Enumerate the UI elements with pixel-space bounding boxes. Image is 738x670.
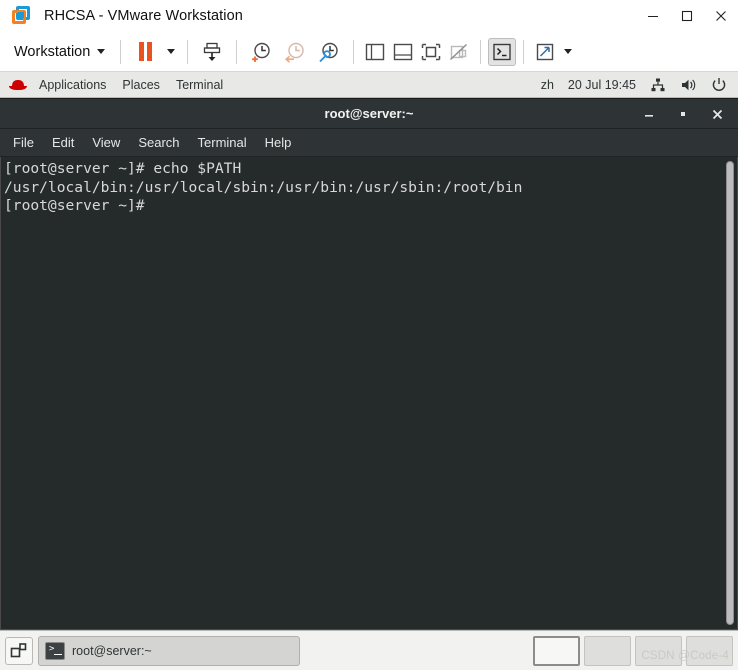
- vmware-toolbar: Workstation: [0, 32, 738, 72]
- panel-left-icon: [366, 43, 385, 60]
- clock[interactable]: 20 Jul 19:45: [561, 75, 643, 95]
- fullscreen-icon: [422, 43, 441, 60]
- chevron-down-icon: [167, 49, 176, 54]
- power-icon[interactable]: [704, 74, 734, 96]
- workspace-3[interactable]: [635, 635, 682, 666]
- toolbar-separator: [120, 39, 122, 64]
- snapshot-revert-icon: [285, 42, 304, 63]
- window-list: > root@server:~: [38, 635, 528, 666]
- chevron-down-icon: [564, 49, 573, 54]
- gnome-terminal-window: root@server:~ File Edit View Search Term…: [0, 98, 738, 630]
- menu-view[interactable]: View: [83, 131, 129, 154]
- toolbar-separator: [523, 39, 525, 64]
- unity-mode-button[interactable]: [445, 38, 473, 66]
- expand-arrows-icon: [537, 43, 554, 60]
- terminal-maximize-icon[interactable]: [666, 99, 700, 129]
- menu-file[interactable]: File: [4, 131, 43, 154]
- stretch-guest-button[interactable]: [531, 38, 559, 66]
- console-view-button[interactable]: [488, 37, 517, 66]
- toolbar-separator: [187, 39, 189, 64]
- places-menu[interactable]: Places: [114, 75, 168, 95]
- terminal-scrollbar-thumb[interactable]: [726, 161, 734, 625]
- terminal-scrollbar[interactable]: [723, 157, 737, 629]
- menu-search[interactable]: Search: [129, 131, 188, 154]
- manage-snapshots-button[interactable]: [312, 38, 346, 66]
- vmware-titlebar: RHCSA - VMware Workstation: [0, 0, 738, 32]
- redhat-logo-icon[interactable]: [9, 77, 27, 93]
- terminal-minimize-icon[interactable]: [632, 99, 666, 129]
- terminal-close-icon[interactable]: [700, 99, 734, 129]
- stretch-dropdown[interactable]: [559, 39, 577, 65]
- gnome-top-panel: Applications Places Terminal zh 20 Jul 1…: [0, 72, 738, 98]
- panel-bottom-icon: [394, 43, 413, 60]
- maximize-icon[interactable]: [670, 0, 704, 32]
- menu-help[interactable]: Help: [256, 131, 301, 154]
- suspend-dropdown[interactable]: [162, 39, 180, 65]
- menu-edit[interactable]: Edit: [43, 131, 83, 154]
- toolbar-separator: [353, 39, 355, 64]
- terminal-menu[interactable]: Terminal: [168, 75, 231, 95]
- unity-disabled-icon: [450, 43, 468, 60]
- workspace-2[interactable]: [584, 635, 631, 666]
- network-wired-icon[interactable]: [643, 74, 673, 96]
- gnome-bottom-panel: > root@server:~ CSDN @Code-4: [0, 630, 738, 670]
- workstation-menu-button[interactable]: Workstation: [10, 41, 113, 63]
- chevron-down-icon: [97, 49, 106, 54]
- workstation-menu-label: Workstation: [14, 43, 91, 60]
- applications-menu[interactable]: Applications: [31, 75, 114, 95]
- minimize-icon[interactable]: [636, 0, 670, 32]
- workspace-1[interactable]: [533, 635, 580, 666]
- show-thumbnails-button[interactable]: [389, 38, 417, 66]
- toolbar-separator: [480, 39, 482, 64]
- menu-terminal[interactable]: Terminal: [189, 131, 256, 154]
- suspend-button[interactable]: [128, 38, 162, 66]
- volume-icon[interactable]: [673, 74, 704, 96]
- taskbar-item-terminal[interactable]: > root@server:~: [38, 635, 300, 666]
- take-snapshot-button[interactable]: [244, 38, 278, 66]
- terminal-window-title: root@server:~: [324, 106, 414, 121]
- terminal-output[interactable]: [root@server ~]# echo $PATH /usr/local/b…: [1, 157, 723, 629]
- snapshot-add-icon: [252, 42, 270, 62]
- close-icon[interactable]: [704, 0, 738, 32]
- window-title: RHCSA - VMware Workstation: [44, 8, 243, 24]
- terminal-body-wrapper: [root@server ~]# echo $PATH /usr/local/b…: [0, 157, 738, 630]
- terminal-icon: >: [45, 641, 65, 660]
- show-sidebar-button[interactable]: [361, 38, 389, 66]
- toolbar-separator: [236, 39, 238, 64]
- taskbar-item-label: root@server:~: [72, 643, 152, 658]
- keyboard-layout-indicator[interactable]: zh: [534, 75, 561, 95]
- power-vm-icon: [204, 42, 221, 61]
- workspace-4[interactable]: [686, 635, 733, 666]
- console-prompt-icon: [493, 43, 511, 60]
- panel-status-area: zh 20 Jul 19:45: [534, 74, 734, 96]
- fullscreen-button[interactable]: [417, 38, 445, 66]
- snapshot-manager-icon: [319, 42, 338, 62]
- guest-os-screen: Applications Places Terminal zh 20 Jul 1…: [0, 72, 738, 670]
- pause-icon: [138, 42, 152, 61]
- vmware-logo-icon: [12, 6, 32, 26]
- vmware-window-controls: [636, 0, 738, 32]
- power-button[interactable]: [195, 38, 229, 66]
- terminal-titlebar[interactable]: root@server:~: [0, 99, 738, 129]
- terminal-window-controls: [632, 99, 734, 129]
- terminal-menubar: File Edit View Search Terminal Help: [0, 129, 738, 157]
- revert-snapshot-button[interactable]: [278, 38, 312, 66]
- show-desktop-icon[interactable]: [5, 636, 33, 665]
- workspace-switcher: CSDN @Code-4: [533, 635, 733, 666]
- vmware-workstation-window: RHCSA - VMware Workstation Workstation A…: [0, 0, 738, 670]
